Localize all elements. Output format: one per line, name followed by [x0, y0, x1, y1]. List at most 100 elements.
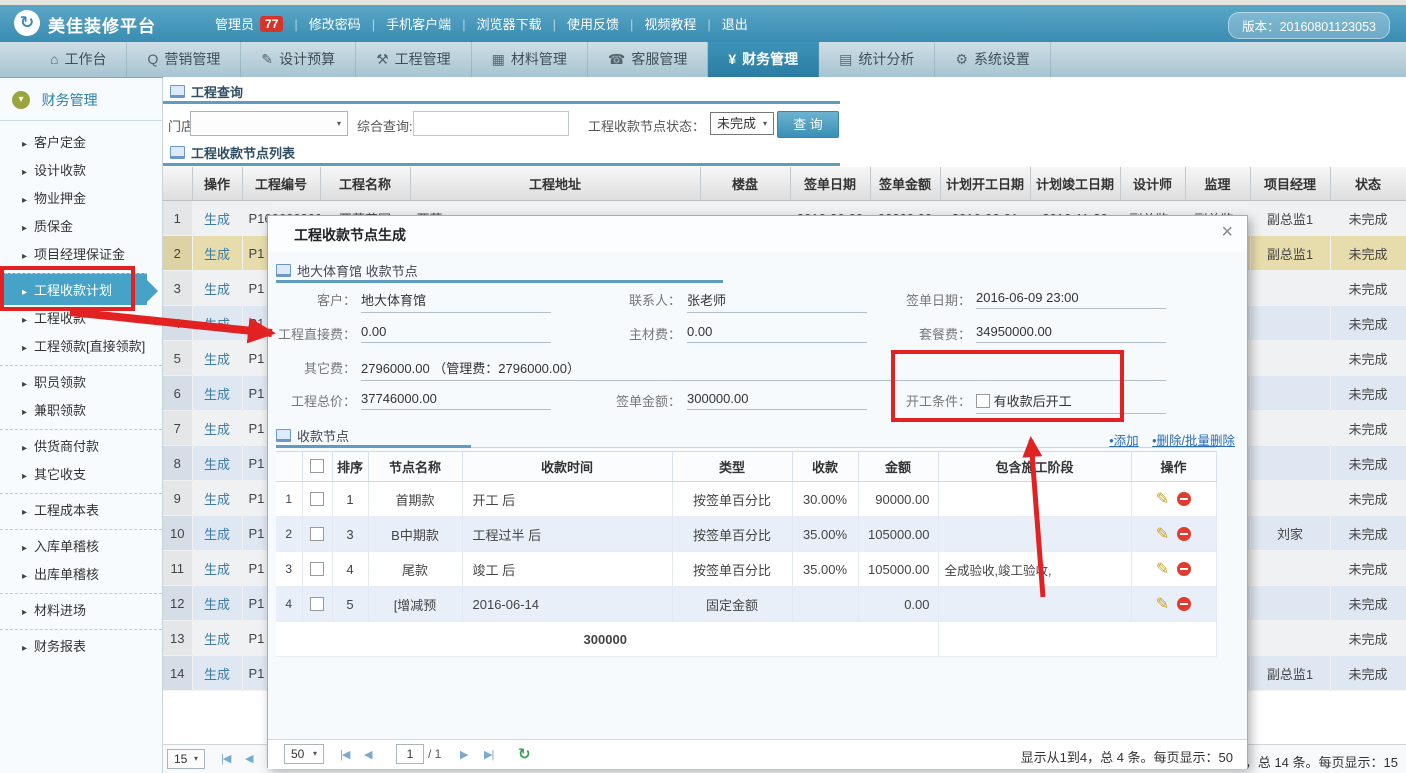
- row-checkbox[interactable]: [310, 492, 324, 506]
- row-index: 9: [163, 481, 192, 516]
- delete-icon[interactable]: [1177, 492, 1191, 506]
- sidebar-item-warranty-deposit[interactable]: ▸质保金: [0, 213, 162, 241]
- combined-query-input[interactable]: [413, 111, 569, 136]
- triangle-right-icon: ▸: [22, 195, 27, 206]
- sidebar-item-inbound-audit[interactable]: ▸入库单稽核: [0, 529, 162, 561]
- edit-pencil-icon[interactable]: ✎: [1156, 526, 1169, 543]
- prev-page-icon[interactable]: ◀: [364, 748, 371, 761]
- node-row[interactable]: 3 4 尾款 竣工 后 按签单百分比 35.00% 105000.00 全成验收…: [276, 552, 1216, 587]
- row-checkbox[interactable]: [310, 527, 324, 541]
- generate-link[interactable]: 生成: [204, 282, 230, 297]
- sidebar-item-project-draw[interactable]: ▸工程领款[直接领款]: [0, 333, 162, 361]
- generate-link[interactable]: 生成: [204, 457, 230, 472]
- page-number-input[interactable]: 1: [396, 744, 424, 764]
- status-select[interactable]: 未完成▾: [710, 112, 774, 135]
- main-material-label: 主材费：: [596, 324, 681, 343]
- tab-marketing[interactable]: Q营销管理: [127, 42, 241, 77]
- row-index: 3: [276, 552, 302, 587]
- sidebar-item-finance-report[interactable]: ▸财务报表: [0, 629, 162, 661]
- menu-browser-download[interactable]: 浏览器下载: [451, 14, 541, 33]
- monitor-icon: [276, 429, 291, 442]
- triangle-right-icon: ▸: [22, 139, 27, 150]
- start-condition-checkbox[interactable]: [976, 394, 990, 408]
- column-header: 工程编号: [242, 167, 320, 201]
- sidebar-item-design-payment[interactable]: ▸设计收款: [0, 157, 162, 185]
- close-icon[interactable]: ×: [1221, 221, 1233, 244]
- tab-customer-service[interactable]: ☎客服管理: [588, 42, 708, 77]
- tab-material[interactable]: ▦材料管理: [472, 42, 588, 77]
- store-select[interactable]: ▾: [190, 111, 348, 136]
- menu-change-password[interactable]: 修改密码: [283, 14, 360, 33]
- query-button[interactable]: 查 询: [777, 111, 839, 138]
- sidebar-item-supplier-payment[interactable]: ▸供货商付款: [0, 429, 162, 461]
- sidebar-header[interactable]: ▾ 财务管理: [0, 78, 162, 121]
- last-page-icon[interactable]: ▶|: [484, 748, 493, 761]
- sidebar-item-pm-deposit[interactable]: ▸项目经理保证金: [0, 241, 162, 269]
- sidebar-item-project-cost[interactable]: ▸工程成本表: [0, 493, 162, 525]
- page-info: 显示从1到4，总 4 条。每页显示：50: [1021, 747, 1233, 766]
- generate-link[interactable]: 生成: [204, 562, 230, 577]
- sidebar-item-other-income[interactable]: ▸其它收支: [0, 461, 162, 489]
- generate-link[interactable]: 生成: [204, 212, 230, 227]
- nav-tab-label: 统计分析: [858, 51, 914, 67]
- generate-link[interactable]: 生成: [204, 387, 230, 402]
- add-node-link[interactable]: •添加: [1109, 434, 1138, 448]
- sidebar-item-label: 项目经理保证金: [34, 247, 125, 262]
- generate-link[interactable]: 生成: [204, 667, 230, 682]
- delete-icon[interactable]: [1177, 527, 1191, 541]
- prev-page-icon[interactable]: ◀: [245, 752, 252, 765]
- menu-feedback[interactable]: 使用反馈: [542, 14, 619, 33]
- sidebar-item-staff-draw[interactable]: ▸职员领款: [0, 365, 162, 397]
- generate-link[interactable]: 生成: [204, 352, 230, 367]
- status-badge: 未完成: [1330, 656, 1406, 691]
- menu-logout[interactable]: 退出: [696, 14, 747, 33]
- node-actions: •添加 •删除/批量删除: [1099, 430, 1235, 449]
- generate-link[interactable]: 生成: [204, 247, 230, 262]
- triangle-right-icon: ▸: [22, 343, 27, 354]
- edit-pencil-icon[interactable]: ✎: [1156, 491, 1169, 508]
- customer-field: 地大体育馆: [361, 290, 551, 313]
- edit-pencil-icon[interactable]: ✎: [1156, 596, 1169, 613]
- sidebar-item-property-deposit[interactable]: ▸物业押金: [0, 185, 162, 213]
- menu-mobile-client[interactable]: 手机客户端: [361, 14, 451, 33]
- generate-link[interactable]: 生成: [204, 527, 230, 542]
- refresh-icon[interactable]: ↻: [518, 745, 531, 763]
- page-size-select[interactable]: 15▾: [167, 749, 205, 769]
- delete-icon[interactable]: [1177, 597, 1191, 611]
- main-material-field: 0.00: [687, 324, 867, 343]
- generate-link[interactable]: 生成: [204, 597, 230, 612]
- first-page-icon[interactable]: |◀: [221, 752, 230, 765]
- project-manager: [1250, 271, 1330, 306]
- first-page-icon[interactable]: |◀: [340, 748, 349, 761]
- generate-link[interactable]: 生成: [204, 632, 230, 647]
- row-checkbox[interactable]: [310, 562, 324, 576]
- node-row[interactable]: 4 5 [增减预 2016-06-14 固定金额 0.00 ✎: [276, 587, 1216, 622]
- sidebar-item-project-payment-plan[interactable]: ▸工程收款计划: [0, 273, 147, 305]
- sidebar-item-customer-deposit[interactable]: ▸客户定金: [0, 129, 162, 157]
- tab-settings[interactable]: ⚙系统设置: [935, 42, 1051, 77]
- tab-project[interactable]: ⚒工程管理: [356, 42, 472, 77]
- delete-icon[interactable]: [1177, 562, 1191, 576]
- generate-link[interactable]: 生成: [204, 492, 230, 507]
- sidebar-item-material-entry[interactable]: ▸材料进场: [0, 593, 162, 625]
- user-label[interactable]: 管理员: [215, 14, 254, 33]
- menu-video-tutorial[interactable]: 视频教程: [619, 14, 696, 33]
- node-row[interactable]: 1 1 首期款 开工 后 按签单百分比 30.00% 90000.00 ✎: [276, 482, 1216, 517]
- node-row[interactable]: 2 3 B中期款 工程过半 后 按签单百分比 35.00% 105000.00 …: [276, 517, 1216, 552]
- tab-finance[interactable]: ¥财务管理: [708, 42, 819, 77]
- page-size-select[interactable]: 50▾: [284, 744, 324, 764]
- generate-link[interactable]: 生成: [204, 422, 230, 437]
- sidebar-item-outbound-audit[interactable]: ▸出库单稽核: [0, 561, 162, 589]
- tab-design-budget[interactable]: ✎设计预算: [241, 42, 356, 77]
- edit-pencil-icon[interactable]: ✎: [1156, 561, 1169, 578]
- notification-badge[interactable]: 77: [260, 16, 283, 32]
- next-page-icon[interactable]: ▶: [460, 748, 467, 761]
- sidebar-item-parttime-draw[interactable]: ▸兼职领款: [0, 397, 162, 425]
- select-all-checkbox[interactable]: [310, 459, 324, 473]
- generate-link[interactable]: 生成: [204, 317, 230, 332]
- tab-stats[interactable]: ▤统计分析: [819, 42, 935, 77]
- row-checkbox[interactable]: [310, 597, 324, 611]
- sidebar-item-project-payment[interactable]: ▸工程收款: [0, 305, 162, 333]
- delete-node-link[interactable]: •删除/批量删除: [1152, 434, 1235, 448]
- tab-workbench[interactable]: ⌂工作台: [30, 42, 127, 77]
